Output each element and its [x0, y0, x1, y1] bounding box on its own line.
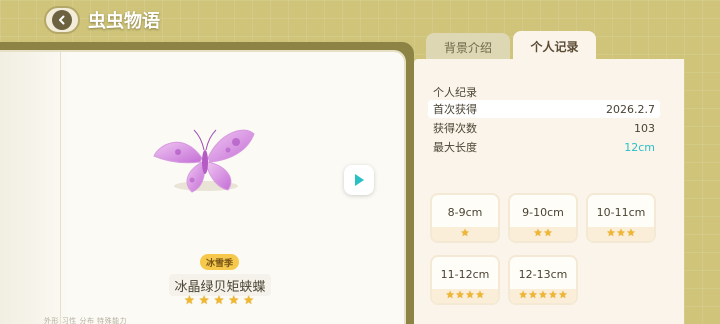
- star-icon: ★: [616, 228, 626, 239]
- back-button[interactable]: [44, 6, 80, 34]
- star-icon: ★: [465, 290, 475, 301]
- record-value: 103: [634, 121, 655, 135]
- page-title: 虫虫物语: [88, 11, 160, 32]
- tab-personal-record[interactable]: 个人记录: [513, 31, 596, 62]
- record-label: 获得次数: [433, 122, 477, 135]
- season-badge: 冰雪季: [200, 254, 239, 270]
- star-icon: ★: [606, 228, 616, 239]
- length-tier-stars: ★ ★ ★: [588, 227, 654, 241]
- length-tier-stars: ★ ★ ★ ★ ★: [510, 289, 576, 303]
- star-icon: ★: [538, 290, 548, 301]
- length-tier-card[interactable]: 8-9cm ★: [430, 193, 500, 243]
- star-icon: ★: [518, 290, 528, 301]
- length-tier-card[interactable]: 12-13cm ★ ★ ★ ★ ★: [508, 255, 578, 305]
- next-page-button[interactable]: [344, 165, 374, 195]
- length-tier-stars: ★: [432, 227, 498, 241]
- length-tier-label: 8-9cm: [447, 205, 483, 219]
- star-icon: ★: [543, 228, 553, 239]
- star-icon: ★: [228, 293, 240, 307]
- page-footer-text: 外形 习性 分布 特殊能力: [44, 317, 128, 324]
- tab-background[interactable]: 背景介绍: [426, 33, 510, 61]
- book-spine-line: [60, 52, 61, 324]
- record-label: 最大长度: [433, 141, 477, 154]
- length-tier-card[interactable]: 9-10cm ★ ★: [508, 193, 578, 243]
- star-icon: ★: [445, 290, 455, 301]
- star-icon: ★: [243, 293, 254, 307]
- record-value: 12cm: [624, 140, 655, 154]
- play-right-icon: [355, 174, 364, 186]
- butterfly-illustration: [153, 129, 255, 193]
- length-tier-label: 12-13cm: [518, 267, 568, 281]
- star-icon: ★: [558, 290, 568, 301]
- length-tier-label: 10-11cm: [596, 205, 646, 219]
- length-tier-card[interactable]: 10-11cm ★ ★ ★: [586, 193, 656, 243]
- bug-star-rating: ★ ★ ★ ★ ★: [184, 294, 254, 308]
- length-tier-card[interactable]: 11-12cm ★ ★ ★ ★: [430, 255, 500, 305]
- length-tier-stars: ★ ★: [510, 227, 576, 241]
- star-icon: ★: [528, 290, 538, 301]
- record-panel: 个人纪录 首次获得 2026.2.7 获得次数 103 最大长度 12cm 8-…: [414, 59, 684, 324]
- record-row-max-length: 最大长度 12cm: [428, 138, 660, 156]
- star-icon: ★: [548, 290, 558, 301]
- star-icon: ★: [455, 290, 465, 301]
- star-icon: ★: [475, 290, 485, 301]
- length-tier-label: 11-12cm: [440, 267, 490, 281]
- star-icon: ★: [213, 293, 225, 307]
- record-value: 2026.2.7: [606, 102, 655, 116]
- record-row-first-obtained: 首次获得 2026.2.7: [428, 100, 660, 118]
- length-tier-stars: ★ ★ ★ ★: [432, 289, 498, 303]
- record-label: 首次获得: [433, 103, 477, 116]
- chevron-left-icon: [52, 10, 72, 30]
- record-title: 个人纪录: [433, 86, 477, 99]
- star-icon: ★: [198, 293, 210, 307]
- length-tier-label: 9-10cm: [522, 205, 564, 219]
- record-row-obtain-count: 获得次数 103: [428, 119, 660, 137]
- star-icon: ★: [626, 228, 636, 239]
- star-icon: ★: [184, 293, 195, 307]
- star-icon: ★: [533, 228, 543, 239]
- star-icon: ★: [460, 228, 470, 239]
